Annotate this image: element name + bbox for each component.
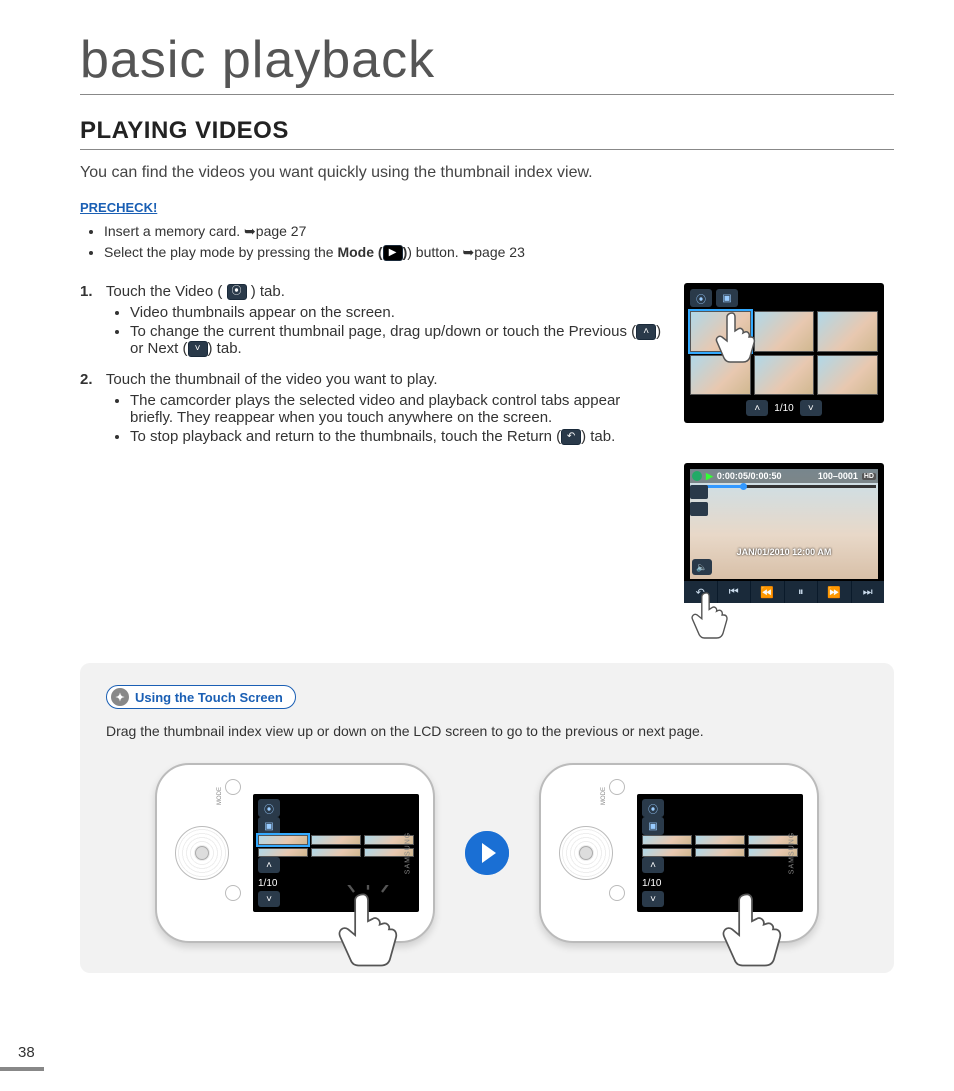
precheck-list: Insert a memory card. ➥page 27 Select th… [80,223,894,261]
video-thumbnail[interactable] [258,848,308,858]
mode-button-label: MODE [217,787,223,805]
prev-page-button[interactable]: ˄ [746,400,768,416]
device-button [225,885,241,901]
precheck-label: PRECHECK! [80,200,894,215]
camcorder-illustration: MODE ⦿ ▣ [155,763,435,943]
photo-tab[interactable]: ▣ [258,817,280,835]
video-thumbnail[interactable] [311,848,361,858]
page-ref: ➥page 27 [244,223,306,239]
video-tab[interactable]: ⦿ [690,289,712,307]
tip-header: ✦ Using the Touch Screen [106,685,296,709]
step-sub: Video thumbnails appear on the screen. [130,304,664,321]
video-tab[interactable]: ⦿ [642,799,664,817]
page-indicator: 1/10 [258,878,277,889]
play-mode-icon: ▶ [383,245,403,261]
rec-indicator-icon [692,471,702,481]
video-thumbnail[interactable] [817,311,878,352]
prev-page-button[interactable]: ˄ [642,857,664,873]
video-thumbnail[interactable] [258,835,308,845]
video-thumbnail[interactable] [642,848,692,858]
prev-icon: ˄ [636,324,656,340]
side-control[interactable] [690,485,708,499]
page-indicator: 1/10 [774,403,793,414]
camcorder-illustration: MODE ⦿ ▣ [539,763,819,943]
device-button [609,885,625,901]
video-thumbnail[interactable] [817,355,878,396]
step-sub: The camcorder plays the selected video a… [130,392,664,426]
video-thumbnail[interactable] [754,311,815,352]
video-tab[interactable]: ⦿ [258,799,280,817]
video-thumbnail[interactable] [695,835,745,845]
return-icon: ↶ [561,429,581,445]
next-page-button[interactable]: ˅ [800,400,822,416]
step-sub: To change the current thumbnail page, dr… [130,323,664,357]
playback-time: 0:00:05/0:00:50 [717,471,782,481]
precheck-text: Insert a memory card. [104,223,244,239]
volume-button[interactable]: 🔈 [692,559,712,575]
precheck-text: ) button. [407,244,462,260]
step-number: 1. [80,283,102,300]
thumbnail-index-screen: ⦿ ▣ ˄ 1/10 ˅ [684,283,884,423]
drag-hand-icon [333,885,403,975]
precheck-text: Select the play mode by pressing the [104,244,337,260]
page-ref: ➥page 23 [463,244,525,260]
next-page-button[interactable]: ˅ [258,891,280,907]
device-button [225,779,241,795]
clip-number: 100–0001 [818,471,858,481]
tip-text: Drag the thumbnail index view up or down… [106,723,868,739]
progress-bar[interactable] [692,485,876,488]
next-page-button[interactable]: ˅ [642,891,664,907]
video-playback-screen: ▶ 0:00:05/0:00:50 100–0001 HD 🔈 JAN/01/2… [684,463,884,603]
skip-forward-button[interactable]: ⏭ [852,581,885,603]
video-thumbnail[interactable] [754,355,815,396]
photo-tab[interactable]: ▣ [716,289,738,307]
video-thumbnail[interactable] [695,848,745,858]
pause-button[interactable]: ⏸ [785,581,819,603]
page-indicator: 1/10 [642,878,661,889]
video-tab-icon: ⦿ [227,284,247,300]
joystick [559,826,613,880]
tip-title: Using the Touch Screen [135,690,283,705]
tip-box: ✦ Using the Touch Screen Drag the thumbn… [80,663,894,973]
playback-datestamp: JAN/01/2010 12:00 AM [684,547,884,557]
magnifier-icon: ✦ [111,688,129,706]
video-thumbnail[interactable] [690,311,751,352]
device-button [609,779,625,795]
photo-tab[interactable]: ▣ [642,817,664,835]
video-thumbnail[interactable] [690,355,751,396]
side-control[interactable] [690,502,708,516]
mode-label: Mode ( [337,244,382,260]
section-title: PLAYING VIDEOS [80,117,894,150]
return-button[interactable]: ↶ [684,581,718,603]
video-thumbnail[interactable] [311,835,361,845]
quality-badge: HD [862,473,876,480]
mode-button-label: MODE [601,787,607,805]
brand-label: SAMSUNG [404,832,411,874]
intro-text: You can find the videos you want quickly… [80,164,894,182]
step-text: Touch the Video ( [106,283,227,300]
step-sub: To stop playback and return to the thumb… [130,428,664,445]
chapter-title: basic playback [80,30,894,95]
fast-forward-button[interactable]: ⏩ [818,581,852,603]
rewind-button[interactable]: ⏪ [751,581,785,603]
video-thumbnail[interactable] [642,835,692,845]
precheck-item: Select the play mode by pressing the Mod… [104,244,894,261]
step-1: 1. Touch the Video ( ⦿ ) tab. Video thum… [80,283,664,357]
next-icon: ˅ [188,341,208,357]
steps-list: 1. Touch the Video ( ⦿ ) tab. Video thum… [80,283,664,459]
joystick [175,826,229,880]
page-number: 38 [18,1044,35,1061]
brand-label: SAMSUNG [788,832,795,874]
arrow-right-icon [465,831,509,875]
prev-page-button[interactable]: ˄ [258,857,280,873]
step-text: Touch the thumbnail of the video you wan… [106,371,438,388]
step-number: 2. [80,371,102,388]
drag-hand-icon [717,885,787,975]
step-text: ) tab. [247,283,285,300]
step-2: 2. Touch the thumbnail of the video you … [80,371,664,445]
precheck-item: Insert a memory card. ➥page 27 [104,223,894,240]
skip-back-button[interactable]: ⏮ [718,581,752,603]
